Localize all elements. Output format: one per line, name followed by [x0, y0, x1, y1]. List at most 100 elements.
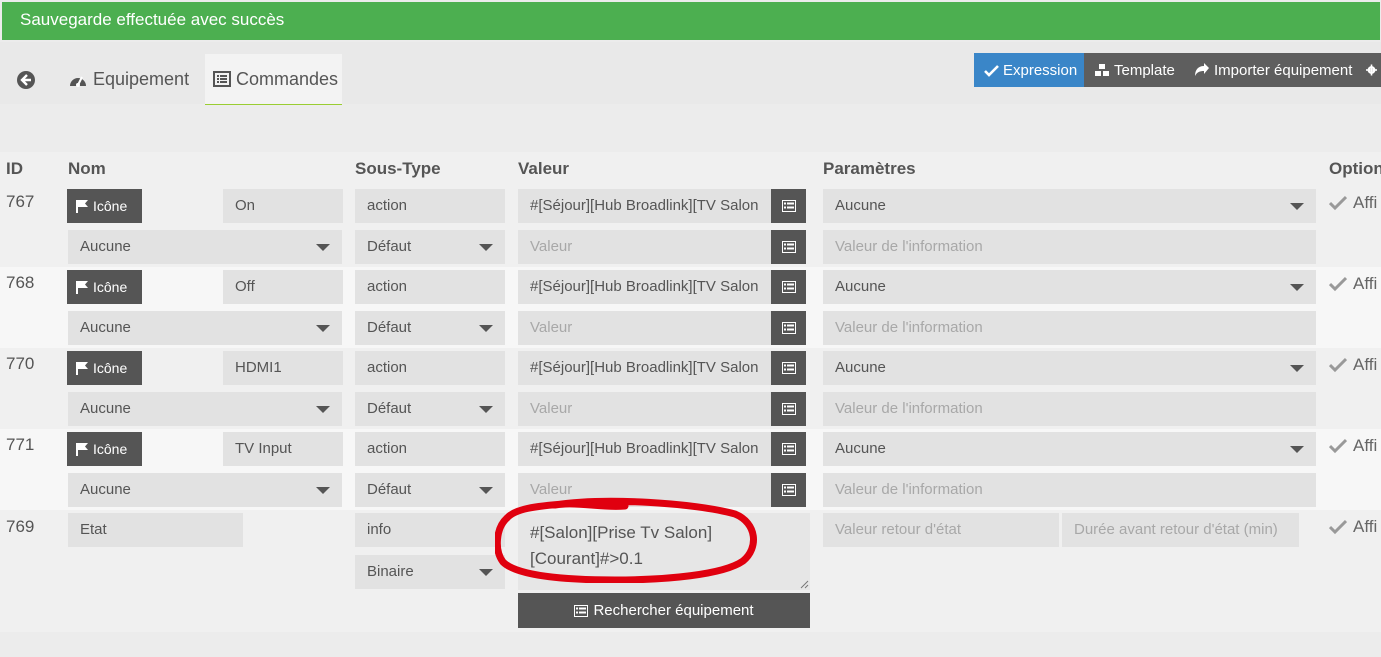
parameter-select[interactable]: Aucune	[823, 189, 1316, 223]
success-alert: Sauvegarde effectuée avec succès	[2, 2, 1380, 40]
display-option-checkbox[interactable]: Affi	[1329, 436, 1377, 456]
command-value-secondary-input[interactable]: Valeur	[518, 230, 771, 264]
display-option-checkbox[interactable]: Affi	[1329, 274, 1377, 294]
flag-icon	[76, 200, 88, 213]
command-name-input[interactable]: Etat	[68, 513, 243, 547]
display-option-checkbox[interactable]: Affi	[1329, 355, 1377, 375]
command-name-input[interactable]: HDMI1	[223, 351, 343, 385]
command-value-input[interactable]: #[Séjour][Hub Broadlink][TV Salon	[518, 189, 771, 223]
command-subtype-select[interactable]: Défaut	[355, 230, 505, 264]
flag-icon	[76, 362, 88, 375]
command-subtype-select[interactable]: Binaire	[355, 555, 505, 589]
display-option-checkbox[interactable]: Affi	[1329, 193, 1377, 213]
search-equipment-button-label: Rechercher équipement	[593, 602, 754, 619]
list-alt-icon	[574, 604, 589, 617]
expression-button[interactable]: Expression	[974, 53, 1084, 87]
check-icon	[1329, 276, 1347, 292]
command-id: 770	[6, 354, 35, 373]
select-info-button[interactable]	[771, 311, 806, 345]
command-id: 771	[6, 435, 35, 454]
choose-icon-button[interactable]: Icône	[67, 432, 142, 466]
tab-equipement[interactable]: Equipement	[58, 54, 200, 105]
header-options: Option	[1329, 159, 1381, 178]
command-name-input[interactable]: On	[223, 189, 343, 223]
parameter-select[interactable]: Aucune	[823, 351, 1316, 385]
return-delay-input[interactable]: Durée avant retour d'état (min)	[1062, 513, 1299, 547]
list-alt-icon	[781, 241, 796, 253]
command-value-input[interactable]: #[Séjour][Hub Broadlink][TV Salon	[518, 351, 771, 385]
command-type-field: action	[355, 189, 505, 223]
select-info-button[interactable]	[771, 392, 806, 426]
command-id: 769	[6, 517, 35, 536]
generic-type-select[interactable]: Aucune	[68, 473, 342, 507]
list-alt-icon	[213, 71, 231, 87]
flag-icon	[76, 443, 88, 456]
command-name-input[interactable]: Off	[223, 270, 343, 304]
information-value-input[interactable]: Valeur de l'information	[823, 311, 1316, 345]
gear-icon	[1366, 64, 1377, 76]
command-subtype-select[interactable]: Défaut	[355, 473, 505, 507]
template-button[interactable]: Template	[1084, 53, 1184, 87]
select-command-button[interactable]	[771, 189, 806, 223]
generic-type-select[interactable]: Aucune	[68, 311, 342, 345]
select-info-button[interactable]	[771, 230, 806, 264]
list-alt-icon	[781, 200, 796, 212]
list-alt-icon	[781, 322, 796, 334]
display-option-checkbox[interactable]: Affi	[1329, 517, 1377, 537]
display-option-label: Affi	[1353, 517, 1378, 536]
configuration-button[interactable]	[1360, 53, 1381, 87]
check-icon	[1329, 519, 1347, 535]
command-id: 767	[6, 192, 35, 211]
select-info-button[interactable]	[771, 473, 806, 507]
information-value-input[interactable]: Valeur de l'information	[823, 392, 1316, 426]
command-value-input[interactable]: #[Séjour][Hub Broadlink][TV Salon	[518, 270, 771, 304]
choose-icon-button-label: Icône	[93, 441, 128, 457]
header-parametres: Paramètres	[823, 159, 916, 178]
parameter-select[interactable]: Aucune	[823, 270, 1316, 304]
display-option-label: Affi	[1353, 274, 1378, 293]
import-equipment-button[interactable]: Importer équipement	[1184, 53, 1360, 87]
header-sous-type: Sous-Type	[355, 159, 441, 178]
tachometer-icon	[70, 76, 86, 87]
generic-type-select[interactable]: Aucune	[68, 392, 342, 426]
choose-icon-button-label: Icône	[93, 198, 128, 214]
choose-icon-button[interactable]: Icône	[67, 351, 142, 385]
check-icon	[1329, 438, 1347, 454]
command-value-input[interactable]: #[Séjour][Hub Broadlink][TV Salon	[518, 432, 771, 466]
return-state-input[interactable]: Valeur retour d'état	[823, 513, 1059, 547]
header-nom: Nom	[68, 159, 106, 178]
check-icon	[1329, 357, 1347, 373]
choose-icon-button-label: Icône	[93, 279, 128, 295]
select-command-button[interactable]	[771, 351, 806, 385]
tab-equipement-label: Equipement	[93, 69, 190, 89]
choose-icon-button[interactable]: Icône	[67, 270, 142, 304]
back-tab[interactable]	[6, 54, 50, 105]
generic-type-select[interactable]: Aucune	[68, 230, 342, 264]
tab-commandes[interactable]: Commandes	[205, 54, 342, 105]
list-alt-icon	[781, 281, 796, 293]
information-value-input[interactable]: Valeur de l'information	[823, 230, 1316, 264]
select-command-button[interactable]	[771, 432, 806, 466]
header-valeur: Valeur	[518, 159, 570, 178]
choose-icon-button-label: Icône	[93, 360, 128, 376]
check-icon	[984, 64, 999, 77]
list-alt-icon	[781, 443, 796, 455]
command-type-field: action	[355, 270, 505, 304]
command-name-input[interactable]: TV Input	[223, 432, 343, 466]
expression-button-label: Expression	[1003, 61, 1078, 79]
parameter-select[interactable]: Aucune	[823, 432, 1316, 466]
highlight-annotation	[495, 497, 757, 583]
search-equipment-button[interactable]: Rechercher équipement	[518, 593, 810, 628]
tab-commandes-label: Commandes	[236, 68, 339, 89]
command-value-secondary-input[interactable]: Valeur	[518, 392, 771, 426]
command-subtype-select[interactable]: Défaut	[355, 311, 505, 345]
command-subtype-select[interactable]: Défaut	[355, 392, 505, 426]
resize-grip-icon[interactable]	[799, 579, 809, 589]
command-value-secondary-input[interactable]: Valeur	[518, 311, 771, 345]
information-value-input[interactable]: Valeur de l'information	[823, 473, 1316, 507]
select-command-button[interactable]	[771, 270, 806, 304]
display-option-label: Affi	[1353, 193, 1378, 212]
choose-icon-button[interactable]: Icône	[67, 189, 142, 223]
check-icon	[1329, 195, 1347, 211]
list-alt-icon	[781, 403, 796, 415]
